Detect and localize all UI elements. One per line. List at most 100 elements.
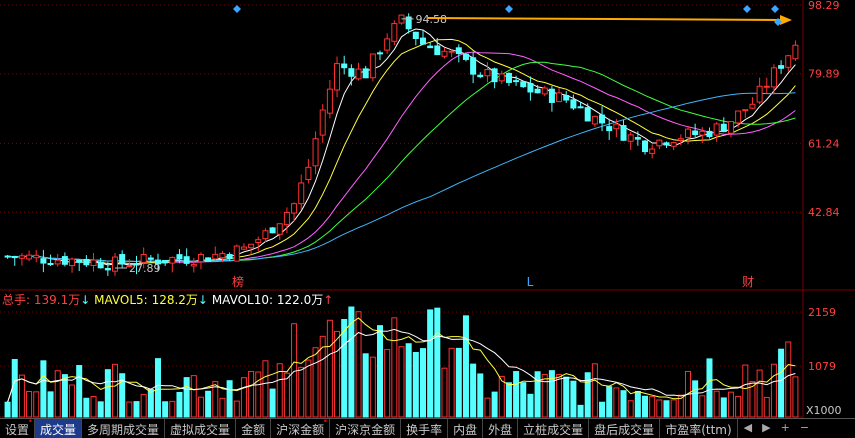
volume-bar-down [4,401,11,418]
volume-bar-up [334,330,341,418]
candle-up [713,123,720,136]
candle-down [83,258,90,266]
tab-10[interactable]: 立桩成交量 [518,419,590,438]
candle-down [4,255,11,258]
tab-7[interactable]: 换手率 [401,419,449,438]
candle-up [355,68,362,80]
candle-down [491,68,498,83]
volume-bar-down [477,373,484,418]
candle-up [298,182,305,205]
volume-bar-down [427,309,434,418]
candle-up [391,23,398,42]
tab-2[interactable]: 多周期成交量 [82,419,166,438]
volume-bar-up [541,373,548,418]
volume-bar-up [326,319,333,418]
candle-down [692,130,699,136]
candle-up [18,255,25,259]
candle-up [785,55,792,68]
volume-bar-up [255,371,262,418]
candle-down [634,137,641,140]
volume-bar-up [498,375,505,418]
tab-0[interactable]: 设置 • [0,417,36,438]
candle-down [162,259,169,264]
candle-up [276,223,283,235]
tab-label: 市盈率(ttm) [665,423,732,437]
tab-label: 立桩成交量 [523,423,584,437]
candle-down [269,227,276,234]
volume-bar-up [233,400,240,418]
volume-bar-up [197,396,204,418]
candle-down [513,80,520,83]
candle-down [620,125,627,141]
candle-up [169,256,176,264]
candle-up [369,53,376,79]
volume-bar-down [778,348,785,418]
tab-12[interactable]: 市盈率(ttm) [660,419,738,438]
tab-4[interactable]: 金额 [236,419,272,438]
candle-up [197,253,204,263]
volume-bar-up [298,366,305,418]
volume-bar-down [620,390,627,418]
candle-down [548,88,555,103]
scroll-right-icon[interactable]: ▶ [756,419,774,438]
tab-label: 虚拟成交量 [170,423,231,437]
scroll-left-icon[interactable]: ◀ [738,419,756,438]
volume-bar-down [405,343,412,418]
tab-5[interactable]: 沪深金额 • [271,417,331,438]
volume-bar-up [391,317,398,418]
tab-3[interactable]: 虚拟成交量 [165,419,237,438]
volume-bar-up [169,400,176,418]
up-arrow-icon: ↑ [323,293,334,307]
tab-9[interactable]: 外盘 [483,419,519,438]
candle-up [326,88,333,114]
add-icon[interactable]: + [775,419,794,438]
candle-up [248,243,255,249]
volume-bar-down [642,395,649,418]
volume-bar-up [556,374,563,418]
candle-down [462,53,469,60]
volume-bar-down [133,401,140,418]
ma10-line [7,38,796,265]
candle-down [563,94,570,101]
candle-down [47,263,54,266]
price-tick-label: 42.84 [808,206,840,219]
tab-11[interactable]: 盘后成交量 [589,419,661,438]
candle-up [591,115,598,125]
total-volume-value: 139.1万 [33,293,81,307]
volume-bar-up [112,363,119,418]
volume-bar-up [785,341,792,418]
volume-bar-down [269,388,276,418]
candle-down [362,68,369,79]
volume-bar-up [291,323,298,418]
volume-bar-down [577,404,584,418]
volume-bar-up [90,396,97,418]
candle-down [642,140,649,153]
tab-dot-icon: • [27,417,34,427]
stock-chart[interactable]: 98.29 79.89 61.24 42.84 2159 1079 X1000 94.58 27… [0,0,855,418]
mavol5-label: MAVOL5: [94,293,148,307]
volume-unit-label: X1000 [806,404,842,417]
volume-bar-up [613,387,620,418]
candle-up [319,109,326,136]
volume-bar-up [248,370,255,418]
volume-bar-down [76,365,83,418]
volume-bar-up [312,347,319,418]
tab-6[interactable]: 沪深京金额 [330,419,402,438]
volume-bar-down [47,391,54,418]
minus-icon[interactable]: − [794,419,813,438]
candle-up [699,130,706,136]
tab-8[interactable]: 内盘 [448,419,484,438]
indicator-tab-bar: 设置 • 成交量 多周期成交量 虚拟成交量 金额 沪深金额 • 沪深京金额 换手率 内盘 外盘 立桩成交… [0,417,855,438]
volume-bar-down [205,390,212,418]
tab-1[interactable]: 成交量 [35,419,83,438]
candle-up [684,128,691,138]
candle-down [205,257,212,262]
tab-label: 沪深金额 [276,423,325,437]
event-diamond-icon [743,5,751,13]
candle-down [427,45,434,49]
candle-up [219,252,226,259]
volume-bar-down [97,401,104,418]
candle-down [147,257,154,260]
volume-bar-down [147,388,154,418]
volume-bar-down [341,318,348,418]
